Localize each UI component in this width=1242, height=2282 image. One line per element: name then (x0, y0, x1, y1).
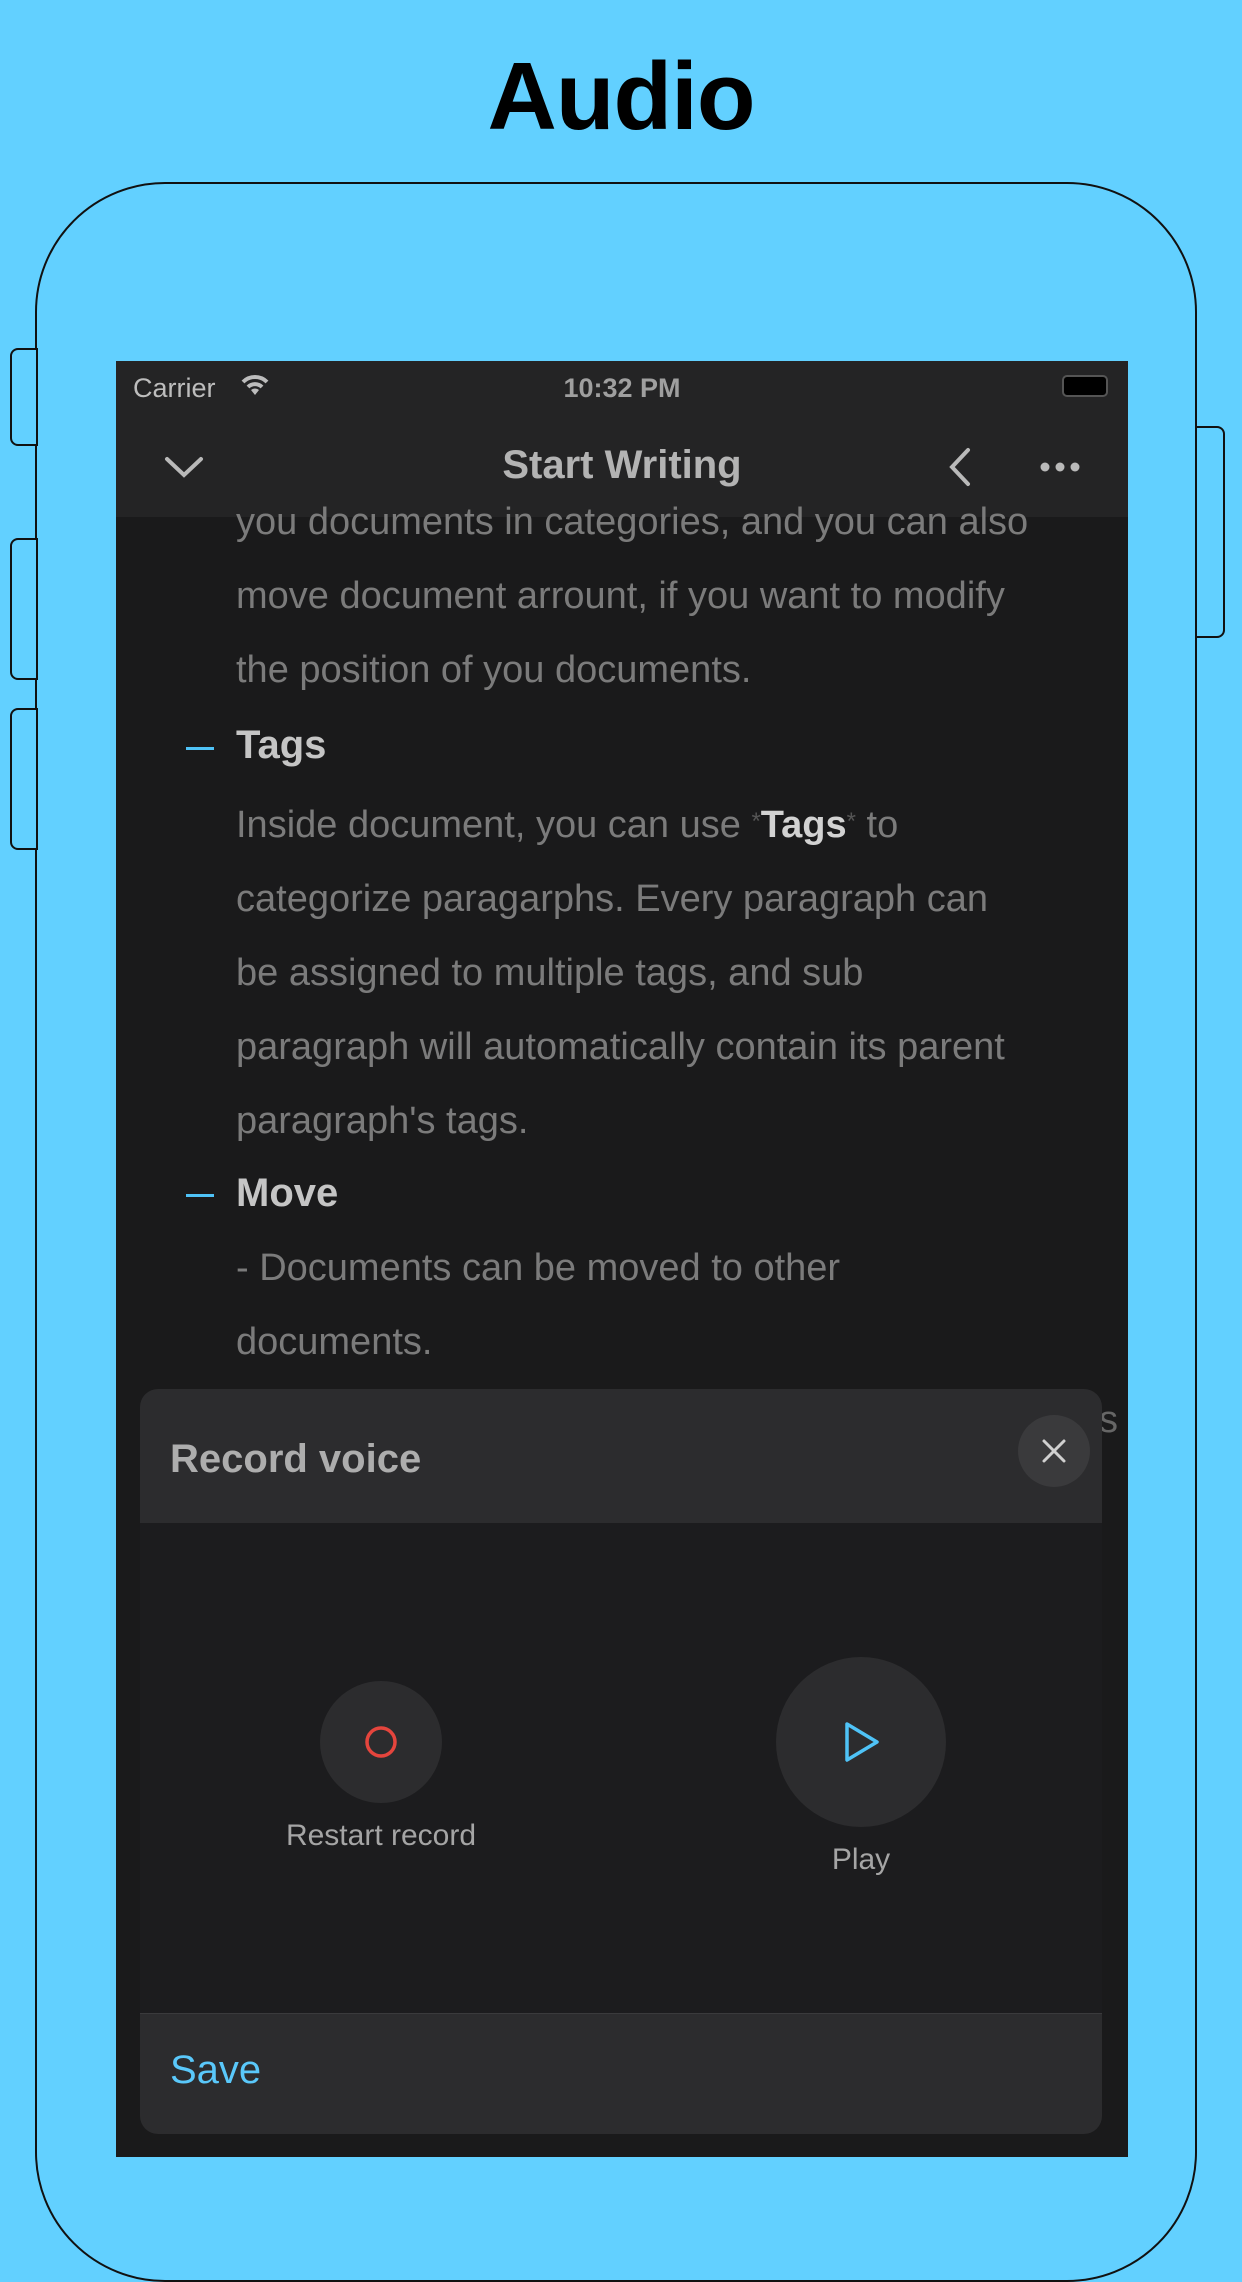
text-fragment: to (856, 804, 899, 846)
phone-screen: Carrier 10:32 PM Start Writing you docum… (116, 361, 1128, 2157)
intro-paragraph: you documents in categories, and you can… (236, 485, 1116, 707)
close-icon (1042, 1439, 1066, 1463)
text-line: paragraph's tags. (236, 1100, 529, 1142)
close-button[interactable] (1018, 1415, 1090, 1487)
section-heading-move[interactable]: Move (236, 1155, 338, 1231)
bullet-dash (186, 1194, 214, 1197)
status-bar: Carrier 10:32 PM (116, 361, 1128, 417)
sheet-header: Record voice (140, 1389, 1102, 1523)
section-heading-tags[interactable]: Tags (236, 707, 326, 783)
bullet-dash (186, 747, 214, 750)
phone-mute-switch (10, 348, 38, 446)
text-line: categorize paragarphs. Every paragraph c… (236, 878, 989, 920)
text-fragment: Inside document, you can use (236, 804, 752, 846)
tags-paragraph: Inside document, you can use *Tags* to c… (236, 785, 1116, 1158)
text-line: move document arrount, if you want to mo… (236, 575, 1005, 617)
tag-marker: * (846, 808, 856, 835)
phone-volume-down (10, 708, 38, 850)
play-label: Play (831, 1843, 891, 1876)
text-line: you documents in categories, and you can… (236, 501, 1029, 543)
sheet-title: Record voice (170, 1437, 422, 1481)
text-line: be assigned to multiple tags, and sub (236, 952, 864, 994)
save-button[interactable]: Save (170, 2048, 261, 2093)
text-line: documents. (236, 1321, 433, 1363)
text-line: Inside document, you can use *Tags* to (236, 785, 1116, 862)
phone-power-button (1195, 426, 1225, 638)
phone-volume-up (10, 538, 38, 680)
page-headline: Audio (487, 43, 756, 150)
record-voice-sheet: Record voice Restart record Play Save (140, 1389, 1102, 2134)
sheet-footer: Save (140, 2013, 1102, 2134)
play-button[interactable] (776, 1657, 946, 1827)
restart-record-button[interactable] (320, 1681, 442, 1803)
play-icon (845, 1722, 879, 1762)
tag-marker: * (751, 808, 761, 835)
status-time: 10:32 PM (563, 373, 681, 403)
record-icon (365, 1726, 397, 1758)
tag-word[interactable]: Tags (761, 804, 847, 846)
battery-icon (1062, 375, 1108, 397)
text-line: - Documents can be moved to other (236, 1247, 841, 1289)
move-paragraph: - Documents can be moved to other docume… (236, 1231, 1116, 1379)
text-line: the position of you documents. (236, 649, 752, 691)
text-line: paragraph will automatically contain its… (236, 1026, 1005, 1068)
restart-record-label: Restart record (285, 1819, 477, 1852)
